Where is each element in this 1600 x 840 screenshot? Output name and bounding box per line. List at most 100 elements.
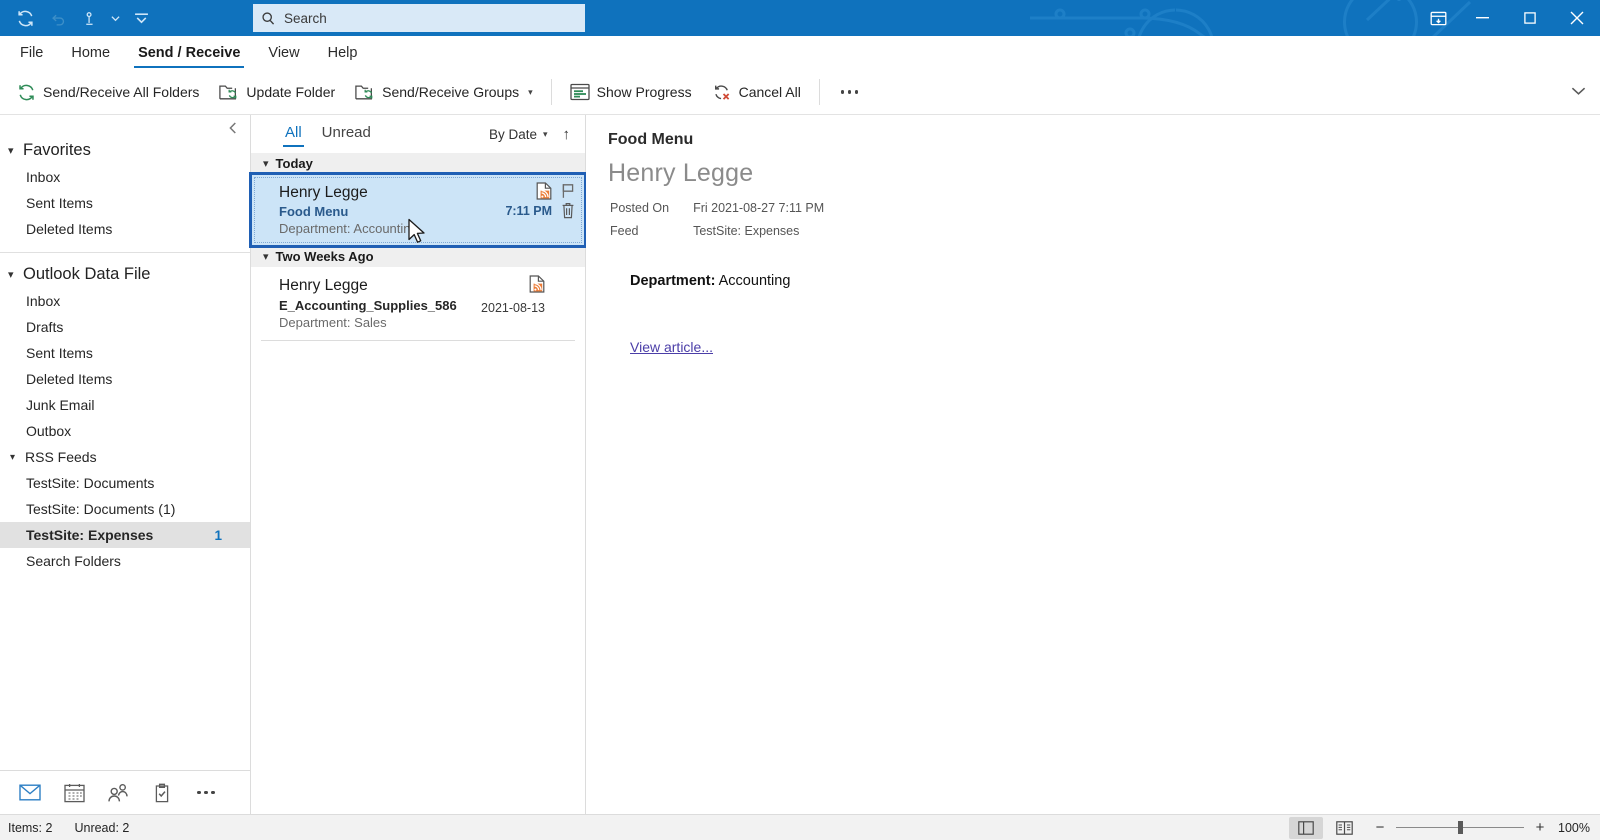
zoom-slider[interactable]	[1396, 821, 1524, 834]
message-list-divider	[261, 339, 575, 341]
tab-home[interactable]: Home	[57, 36, 124, 70]
undo-icon[interactable]	[42, 4, 72, 32]
more-dots-icon	[840, 90, 859, 94]
zoom-in-button[interactable]: +	[1533, 820, 1547, 835]
tab-view[interactable]: View	[254, 36, 313, 70]
show-progress-button[interactable]: Show Progress	[561, 78, 701, 106]
sidebar-item-favorites-sent[interactable]: Sent Items	[0, 190, 250, 216]
touch-mode-icon[interactable]	[74, 4, 104, 32]
sidebar-item-testsite-documents-1[interactable]: TestSite: Documents (1)	[0, 496, 250, 522]
sidebar-item-deleted-items[interactable]: Deleted Items	[0, 366, 250, 392]
group-header-two-weeks-ago[interactable]: ▾ Two Weeks Ago	[251, 246, 585, 268]
tab-send-receive[interactable]: Send / Receive	[124, 36, 254, 70]
minimize-button[interactable]	[1459, 0, 1506, 36]
show-progress-icon	[569, 83, 590, 101]
delete-icon[interactable]	[561, 202, 575, 219]
message-row-food-menu[interactable]: Henry Legge Food Menu Department: Accoun…	[249, 171, 587, 249]
folder-label: Sent Items	[26, 195, 93, 211]
sidebar-item-favorites-inbox[interactable]: Inbox	[0, 164, 250, 190]
folder-group-outlook-data-file[interactable]: ▾ Outlook Data File	[0, 261, 250, 288]
calendar-icon[interactable]	[54, 777, 94, 809]
collapse-ribbon-icon[interactable]	[1571, 83, 1586, 101]
folder-group-rss-feeds[interactable]: ▾ RSS Feeds	[0, 444, 250, 470]
status-items-count: Items: 2	[8, 820, 53, 835]
chevron-down-icon: ▾	[528, 86, 533, 97]
arrow-up-icon[interactable]: ↑	[560, 126, 574, 143]
message-time: 7:11 PM	[505, 203, 552, 218]
search-placeholder: Search	[284, 10, 327, 26]
ribbon-separator-2	[818, 79, 820, 105]
reading-view-icon[interactable]	[1327, 817, 1361, 839]
sidebar-item-testsite-documents[interactable]: TestSite: Documents	[0, 470, 250, 496]
status-unread-count: Unread: 2	[74, 820, 130, 835]
folder-label: Inbox	[26, 169, 61, 185]
search-bar[interactable]: Search	[253, 4, 585, 32]
message-status-icons	[536, 182, 575, 200]
send-receive-all-icon[interactable]	[10, 4, 40, 32]
group-header-today[interactable]: ▾ Today	[251, 153, 585, 174]
cancel-all-button[interactable]: Cancel All	[703, 78, 810, 107]
sidebar-item-search-folders[interactable]: Search Folders	[0, 548, 250, 574]
chevron-down-icon: ▾	[542, 128, 548, 139]
tab-help[interactable]: Help	[314, 36, 372, 70]
more-nav-icon[interactable]	[186, 777, 226, 809]
mail-icon[interactable]	[10, 777, 50, 809]
zoom-control: − + 100%	[1373, 820, 1594, 835]
message-row-accounting-supplies[interactable]: Henry Legge E_Accounting_Supplies_586 De…	[251, 267, 585, 339]
chevron-down-icon: ▾	[263, 158, 269, 170]
window-controls	[1417, 0, 1600, 36]
folder-label: TestSite: Expenses	[26, 527, 154, 543]
chevron-down-icon: ▾	[8, 145, 14, 157]
sort-by-dropdown[interactable]: By Date ▾	[489, 127, 548, 142]
filter-all[interactable]: All	[275, 119, 312, 149]
sidebar-item-favorites-deleted[interactable]: Deleted Items	[0, 216, 250, 242]
normal-view-icon[interactable]	[1289, 816, 1323, 839]
chevron-down-icon: ▾	[10, 451, 16, 463]
search-input[interactable]: Search	[253, 4, 585, 32]
filter-unread[interactable]: Unread	[312, 119, 381, 149]
tasks-icon[interactable]	[142, 777, 182, 809]
folder-label: TestSite: Documents (1)	[26, 501, 176, 517]
zoom-slider-thumb[interactable]	[1458, 821, 1463, 834]
data-file-label: Outlook Data File	[23, 265, 151, 283]
title-bar: Search	[0, 0, 1600, 36]
customize-quick-access-icon[interactable]	[126, 4, 156, 32]
view-article-link[interactable]: View article...	[630, 339, 713, 355]
collapse-folder-pane-icon[interactable]	[224, 119, 242, 137]
outlook-window: Search File Home Send / Receive View Hel…	[0, 0, 1600, 840]
send-receive-groups-button[interactable]: Send/Receive Groups ▾	[346, 78, 542, 106]
sidebar-item-inbox[interactable]: Inbox	[0, 288, 250, 314]
ribbon-toolbar: Send/Receive All Folders Update Folder S…	[0, 70, 1600, 115]
close-button[interactable]	[1553, 0, 1600, 36]
group-label: Today	[275, 156, 313, 171]
sidebar-item-junk-email[interactable]: Junk Email	[0, 392, 250, 418]
sidebar-item-sent-items[interactable]: Sent Items	[0, 340, 250, 366]
send-receive-groups-label: Send/Receive Groups	[382, 84, 520, 100]
chevron-down-icon: ▾	[8, 269, 14, 281]
update-folder-button[interactable]: Update Folder	[210, 78, 344, 106]
ribbon-overflow-button[interactable]	[829, 84, 871, 100]
sidebar-item-outbox[interactable]: Outbox	[0, 418, 250, 444]
tab-file[interactable]: File	[6, 36, 57, 70]
zoom-out-button[interactable]: −	[1373, 820, 1387, 835]
module-nav-bar	[0, 770, 250, 814]
maximize-button[interactable]	[1506, 0, 1553, 36]
sidebar-item-drafts[interactable]: Drafts	[0, 314, 250, 340]
folder-tree: ▾ Favorites Inbox Sent Items Deleted Ite…	[0, 115, 250, 770]
sidebar-item-testsite-expenses[interactable]: TestSite: Expenses 1	[0, 522, 250, 548]
status-bar: Items: 2 Unread: 2 − + 100%	[0, 814, 1600, 840]
ribbon-display-options-icon[interactable]	[1417, 0, 1459, 36]
folder-label: Search Folders	[26, 553, 121, 569]
message-list-header: All Unread By Date ▾ ↑	[251, 115, 585, 153]
message-row-right: 2021-08-13	[481, 275, 545, 315]
update-folder-label: Update Folder	[246, 84, 336, 100]
send-receive-all-folders-button[interactable]: Send/Receive All Folders	[8, 78, 208, 107]
touch-mode-chevron-icon[interactable]	[106, 4, 124, 32]
people-icon[interactable]	[98, 777, 138, 809]
folder-group-favorites[interactable]: ▾ Favorites	[0, 137, 250, 164]
rss-document-icon	[536, 182, 552, 200]
cancel-all-label: Cancel All	[738, 84, 801, 100]
status-view-controls: − + 100%	[1289, 816, 1594, 839]
folder-divider	[0, 252, 250, 253]
more-dots-icon	[197, 790, 215, 795]
